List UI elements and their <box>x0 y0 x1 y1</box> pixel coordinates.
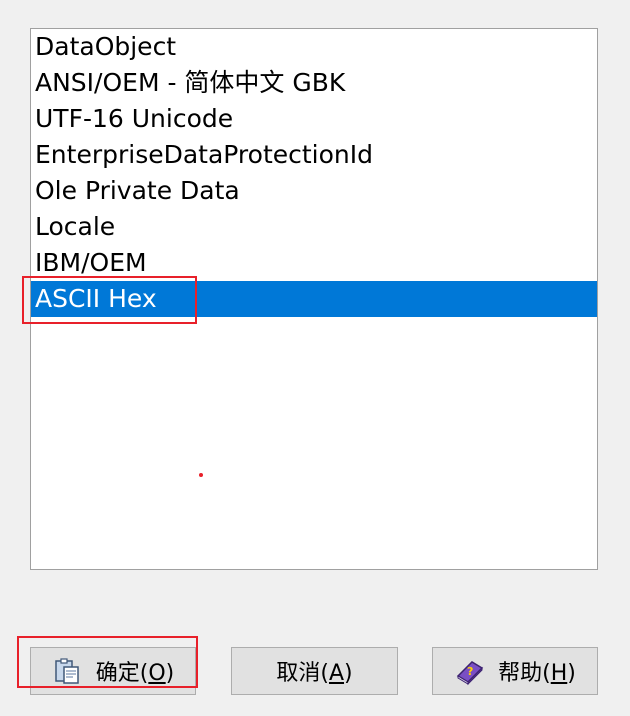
list-item-ansi-oem-gbk[interactable]: ANSI/OEM - 简体中文 GBK <box>31 65 597 101</box>
help-book-icon: ? <box>454 655 486 687</box>
annotation-dot <box>199 473 203 477</box>
list-item-utf16-unicode[interactable]: UTF-16 Unicode <box>31 101 597 137</box>
list-item-ascii-hex[interactable]: ASCII Hex <box>31 281 597 317</box>
ok-button[interactable]: 确定(O) <box>30 647 196 695</box>
list-item-ibm-oem[interactable]: IBM/OEM <box>31 245 597 281</box>
clipboard-paste-icon <box>52 655 84 687</box>
list-item-locale[interactable]: Locale <box>31 209 597 245</box>
help-button[interactable]: ? 帮助(H) <box>432 647 598 695</box>
cancel-button[interactable]: 取消(A) <box>231 647 398 695</box>
ok-button-label: 确定(O) <box>95 661 175 686</box>
list-item-ole-private-data[interactable]: Ole Private Data <box>31 173 597 209</box>
list-item-dataobject[interactable]: DataObject <box>31 29 597 65</box>
svg-text:?: ? <box>467 665 473 678</box>
cancel-button-label: 取消(A) <box>276 661 353 686</box>
clipboard-format-list[interactable]: DataObject ANSI/OEM - 简体中文 GBK UTF-16 Un… <box>30 28 598 570</box>
list-item-enterprise-data-protection-id[interactable]: EnterpriseDataProtectionId <box>31 137 597 173</box>
help-button-label: 帮助(H) <box>498 661 576 686</box>
